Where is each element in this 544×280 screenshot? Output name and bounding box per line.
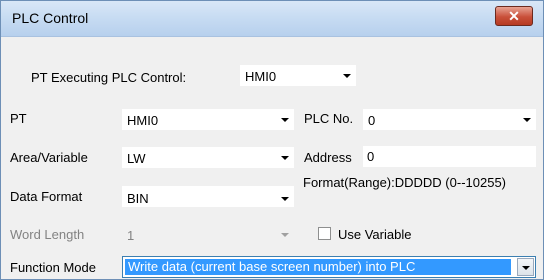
pt-executing-value: HMI0: [245, 69, 277, 84]
data-format-select[interactable]: BIN: [122, 186, 294, 207]
dialog-content: PT Executing PLC Control: HMI0 PT HMI0 P…: [1, 38, 543, 279]
chevron-down-icon: [522, 266, 530, 270]
pt-label: PT: [10, 111, 27, 126]
format-range-label: Format(Range):DDDDD (0--10255): [303, 175, 506, 190]
data-format-value: BIN: [127, 191, 149, 206]
address-label: Address: [304, 150, 352, 165]
plc-control-dialog: PLC Control ✕ PT Executing PLC Control: …: [0, 0, 544, 280]
word-length-label: Word Length: [10, 227, 85, 242]
function-mode-value: Write data (current base screen number) …: [128, 259, 416, 274]
function-mode-dropdown-button[interactable]: [517, 258, 534, 276]
data-format-label: Data Format: [10, 189, 83, 204]
function-mode-select[interactable]: Write data (current base screen number) …: [122, 256, 536, 278]
function-mode-label: Function Mode: [10, 260, 96, 275]
chevron-down-icon: [523, 118, 531, 122]
chevron-down-icon: [281, 118, 289, 122]
use-variable-label: Use Variable: [338, 227, 412, 242]
chevron-down-icon: [281, 197, 289, 201]
area-variable-label: Area/Variable: [10, 150, 88, 165]
area-variable-value: LW: [127, 151, 146, 166]
chevron-down-icon: [281, 156, 289, 160]
close-icon: ✕: [508, 8, 520, 24]
pt-executing-select[interactable]: HMI0: [240, 65, 356, 86]
word-length-select[interactable]: 1: [122, 224, 294, 245]
use-variable-checkbox[interactable]: [318, 227, 331, 240]
word-length-value: 1: [127, 228, 135, 243]
plc-no-select[interactable]: 0: [363, 109, 536, 130]
pt-select[interactable]: HMI0: [122, 109, 294, 130]
area-variable-select[interactable]: LW: [122, 147, 294, 168]
plc-no-label: PLC No.: [304, 111, 354, 126]
chevron-down-icon: [281, 233, 289, 237]
title-bar: PLC Control ✕: [1, 1, 543, 37]
function-mode-selection: Write data (current base screen number) …: [125, 259, 511, 275]
close-button[interactable]: ✕: [495, 6, 533, 26]
pt-executing-label: PT Executing PLC Control:: [31, 70, 187, 85]
address-value: 0: [367, 149, 375, 164]
window-title: PLC Control: [12, 10, 89, 26]
plc-no-value: 0: [368, 113, 376, 128]
pt-value: HMI0: [127, 113, 159, 128]
chevron-down-icon: [343, 74, 351, 78]
address-input[interactable]: 0: [363, 146, 536, 167]
